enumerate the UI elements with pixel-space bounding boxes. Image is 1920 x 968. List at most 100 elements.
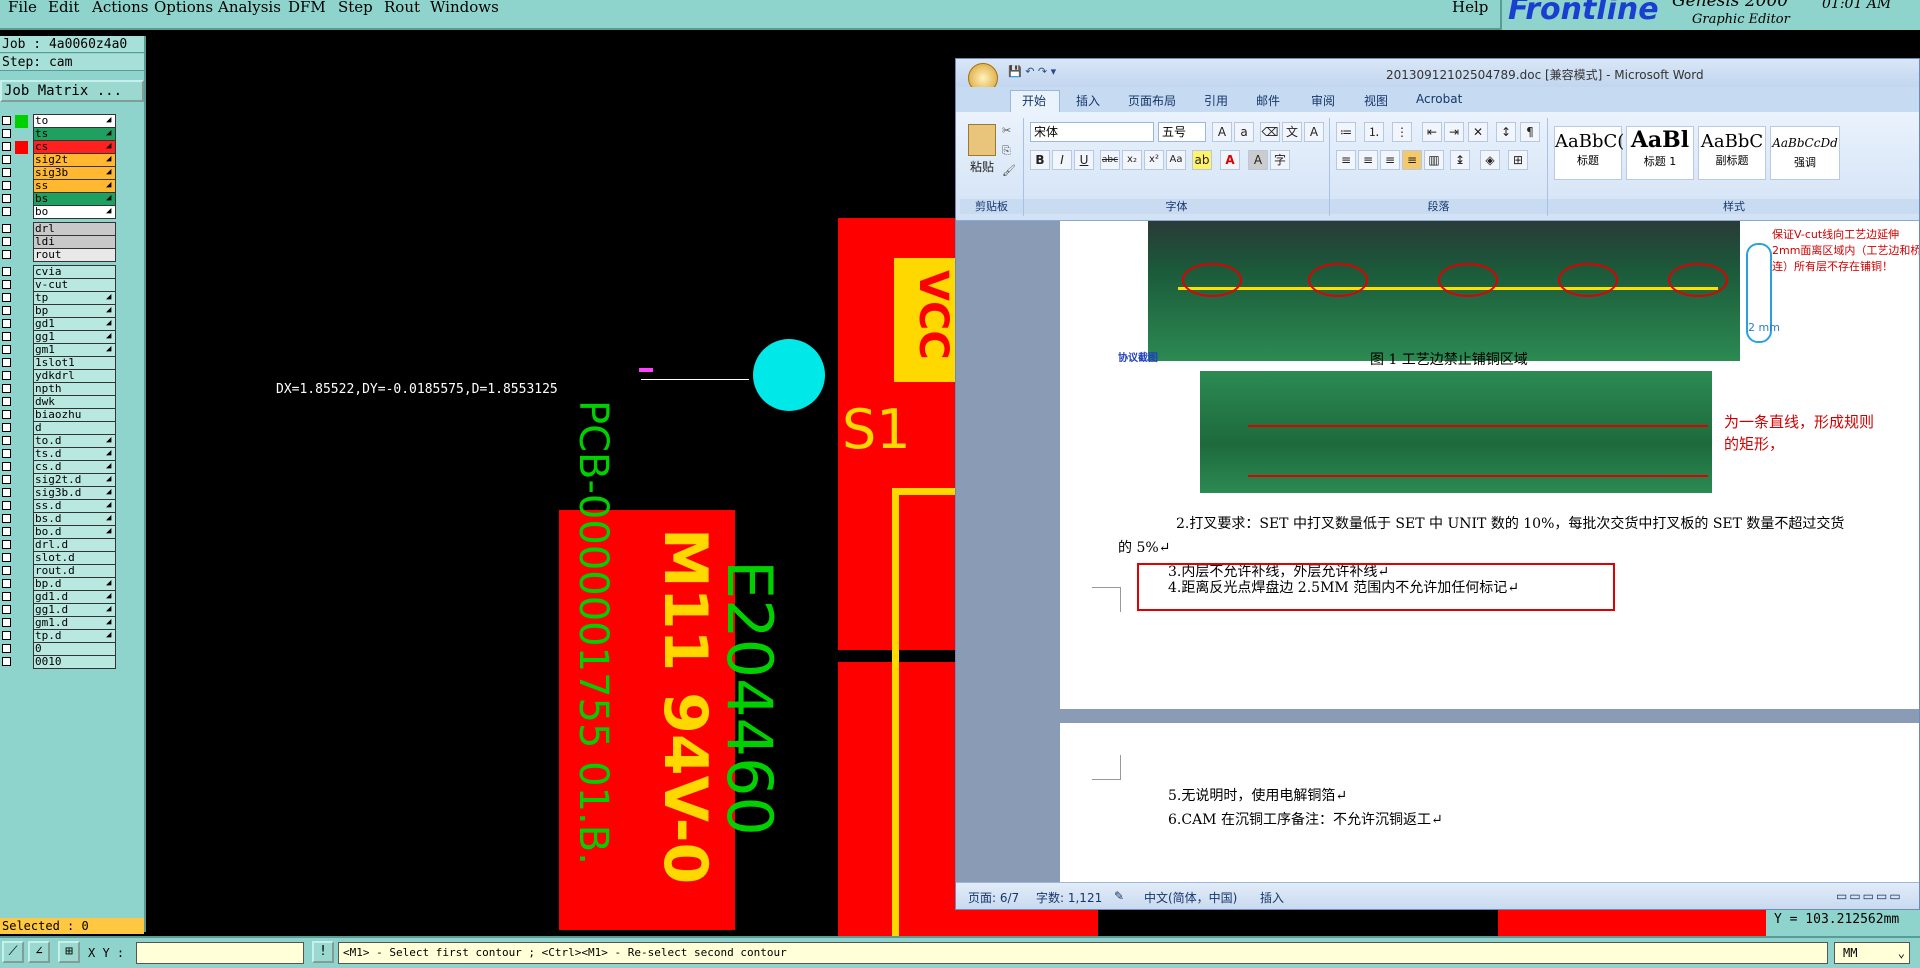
layer-checkbox[interactable]	[2, 527, 11, 536]
layer-name[interactable]: drl.d	[33, 538, 116, 552]
layer-name[interactable]: gd1	[33, 317, 116, 331]
tab-review[interactable]: 审阅	[1311, 92, 1335, 109]
layer-name[interactable]: bp.d	[33, 577, 116, 591]
layer-checkbox[interactable]	[2, 501, 11, 510]
numbering-icon[interactable]: ⒈	[1364, 122, 1384, 142]
multilevel-icon[interactable]: ⋮	[1392, 122, 1412, 142]
layer-row[interactable]: rout	[0, 248, 144, 263]
proofing-icon[interactable]: ✎	[1114, 889, 1124, 903]
layer-name[interactable]: cs	[33, 140, 116, 154]
layer-name[interactable]: d	[33, 421, 116, 435]
paste-button[interactable]: 粘贴	[970, 158, 994, 175]
menu-rout[interactable]: Rout	[384, 0, 420, 16]
menu-options[interactable]: Options	[154, 0, 213, 16]
word-titlebar[interactable]: 💾 ↶ ↷ ▾ 20130912102504789.doc [兼容模式] - M…	[956, 59, 1919, 93]
layer-checkbox[interactable]	[2, 345, 11, 354]
bullets-icon[interactable]: ≔	[1336, 122, 1356, 142]
phonetic-icon[interactable]: 文	[1282, 122, 1302, 142]
layer-checkbox[interactable]	[2, 384, 11, 393]
paragraph-2-line-2[interactable]: 的 5%↵	[1118, 537, 1170, 557]
layer-checkbox[interactable]	[2, 436, 11, 445]
layer-checkbox[interactable]	[2, 592, 11, 601]
tab-home[interactable]: 开始	[1022, 92, 1046, 109]
font-color-icon[interactable]: A	[1220, 150, 1240, 170]
layer-checkbox[interactable]	[2, 462, 11, 471]
layer-checkbox[interactable]	[2, 224, 11, 233]
cut-icon[interactable]: ✂	[1002, 124, 1011, 137]
underline-icon[interactable]: U	[1074, 150, 1094, 170]
layer-checkbox[interactable]	[2, 410, 11, 419]
layer-checkbox[interactable]	[2, 540, 11, 549]
layer-checkbox[interactable]	[2, 293, 11, 302]
layer-name[interactable]: ydkdrl	[33, 369, 116, 383]
layer-name[interactable]: biaozhu	[33, 408, 116, 422]
style-subtitle[interactable]: AaBbC 副标题	[1698, 126, 1766, 180]
pad-circle[interactable]	[753, 339, 825, 411]
tab-acrobat[interactable]: Acrobat	[1416, 92, 1462, 106]
format-painter-icon[interactable]: 🖌	[1002, 164, 1016, 177]
font-size-select[interactable]: 五号	[1158, 122, 1206, 142]
style-title[interactable]: AaBbC( 标题	[1554, 126, 1624, 180]
units-select[interactable]: MM ⌄	[1834, 942, 1910, 964]
layer-name[interactable]: ss.d	[33, 499, 116, 513]
layer-checkbox[interactable]	[2, 514, 11, 523]
increase-indent-icon[interactable]: ⇥	[1444, 122, 1464, 142]
shading-icon[interactable]: ◈	[1480, 150, 1500, 170]
layer-name[interactable]: bo.d	[33, 525, 116, 539]
info-icon[interactable]: !	[312, 941, 334, 963]
job-matrix-button[interactable]: Job Matrix ...	[0, 80, 144, 102]
language-indicator[interactable]: 中文(简体，中国)	[1144, 889, 1237, 906]
layer-checkbox[interactable]	[2, 618, 11, 627]
layer-checkbox[interactable]	[2, 423, 11, 432]
layer-name[interactable]: ts	[33, 127, 116, 141]
superscript-icon[interactable]: x²	[1144, 150, 1164, 170]
layer-name[interactable]: ldi	[33, 235, 116, 249]
grow-font-icon[interactable]: A	[1212, 122, 1232, 142]
clear-format-icon[interactable]: ⌫	[1260, 122, 1280, 142]
layer-checkbox[interactable]	[2, 250, 11, 259]
tab-view[interactable]: 视图	[1364, 92, 1388, 109]
layer-checkbox[interactable]	[2, 657, 11, 666]
grid-icon[interactable]: ⊞	[58, 941, 80, 963]
italic-icon[interactable]: I	[1052, 150, 1072, 170]
word-window[interactable]: 💾 ↶ ↷ ▾ 20130912102504789.doc [兼容模式] - M…	[955, 58, 1920, 910]
sort-icon[interactable]: ↕	[1496, 122, 1516, 142]
distributed-icon[interactable]: ▥	[1424, 150, 1444, 170]
layer-name[interactable]: to	[33, 114, 116, 128]
page-indicator[interactable]: 页面: 6/7	[968, 889, 1019, 906]
layer-name[interactable]: gg1.d	[33, 603, 116, 617]
layer-name[interactable]: ss	[33, 179, 116, 193]
layer-name[interactable]: cvia	[33, 265, 116, 279]
layer-name[interactable]: sig2t	[33, 153, 116, 167]
style-heading1[interactable]: AaBl 标题 1	[1626, 126, 1694, 180]
bold-icon[interactable]: B	[1030, 150, 1050, 170]
layer-name[interactable]: cs.d	[33, 460, 116, 474]
align-right-icon[interactable]: ≡	[1380, 150, 1400, 170]
document-page-2[interactable]: 5.无说明时，使用电解铜箔↵ 6.CAM 在沉铜工序备注：不允许沉铜返工↵	[1060, 723, 1919, 883]
tab-layout[interactable]: 页面布局	[1128, 92, 1176, 109]
menu-analysis[interactable]: Analysis	[218, 0, 281, 16]
decrease-indent-icon[interactable]: ⇤	[1422, 122, 1442, 142]
show-marks-icon[interactable]: ¶	[1520, 122, 1540, 142]
tab-references[interactable]: 引用	[1204, 92, 1228, 109]
layer-checkbox[interactable]	[2, 332, 11, 341]
layer-row[interactable]: bo ◢	[0, 205, 144, 220]
layer-name[interactable]: tp.d	[33, 629, 116, 643]
menu-step[interactable]: Step	[338, 0, 373, 16]
quick-access-icon[interactable]: 💾 ↶ ↷ ▾	[1008, 65, 1056, 78]
menu-windows[interactable]: Windows	[430, 0, 499, 16]
layer-name[interactable]: gg1	[33, 330, 116, 344]
tab-insert[interactable]: 插入	[1076, 92, 1100, 109]
layer-checkbox[interactable]	[2, 155, 11, 164]
layer-name[interactable]: gm1	[33, 343, 116, 357]
line-spacing-icon[interactable]: ↨	[1450, 150, 1470, 170]
strike-icon[interactable]: abc	[1100, 150, 1120, 170]
layer-name[interactable]: sig3b	[33, 166, 116, 180]
menu-edit[interactable]: Edit	[48, 0, 79, 16]
layer-name[interactable]: drl	[33, 222, 116, 236]
shrink-font-icon[interactable]: a	[1234, 122, 1254, 142]
layer-checkbox[interactable]	[2, 371, 11, 380]
subscript-icon[interactable]: x₂	[1122, 150, 1142, 170]
chinese-layout-icon[interactable]: ✕	[1468, 122, 1488, 142]
layer-name[interactable]: npth	[33, 382, 116, 396]
